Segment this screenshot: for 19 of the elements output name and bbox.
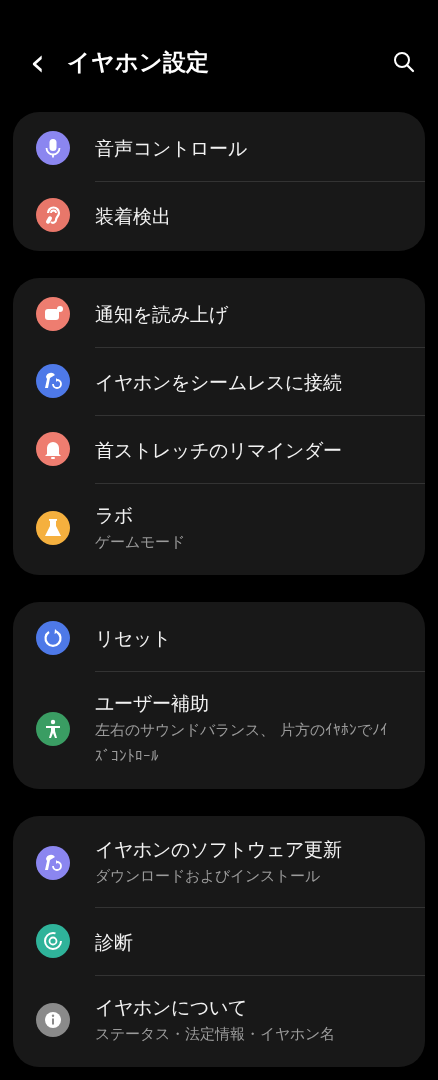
setting-label[interactable]: イヤホンについて: [95, 994, 395, 1020]
search-button[interactable]: [392, 50, 416, 74]
page-title: イヤホン設定: [67, 47, 211, 77]
setting-label[interactable]: ユーザー補助: [95, 690, 395, 716]
setting-label[interactable]: イヤホンをシームレスに接続: [95, 368, 395, 395]
setting-label[interactable]: イヤホンのソフトウェア更新: [95, 836, 395, 862]
setting-label[interactable]: 装着検出: [95, 202, 395, 229]
setting-description: ダウンロードおよびインストール: [95, 867, 321, 886]
setting-description: ステータス・法定情報・イヤホン名: [95, 1025, 336, 1044]
setting-label[interactable]: 診断: [95, 928, 395, 955]
setting-label[interactable]: リセット: [95, 624, 395, 651]
setting-label[interactable]: 首ストレッチのリマインダー: [95, 436, 395, 463]
setting-label[interactable]: 音声コントロール: [95, 134, 395, 161]
back-button[interactable]: ‹: [30, 47, 46, 77]
setting-description: 左右のサウンドバランス、 片方のｲﾔﾎﾝでﾉｲｽﾞｺﾝﾄﾛｰﾙ: [95, 721, 389, 766]
setting-label[interactable]: ラボ: [95, 502, 395, 528]
setting-label[interactable]: 通知を読み上げ: [95, 300, 395, 327]
search-icon: [392, 50, 416, 74]
setting-description: ゲームモード: [95, 533, 186, 552]
